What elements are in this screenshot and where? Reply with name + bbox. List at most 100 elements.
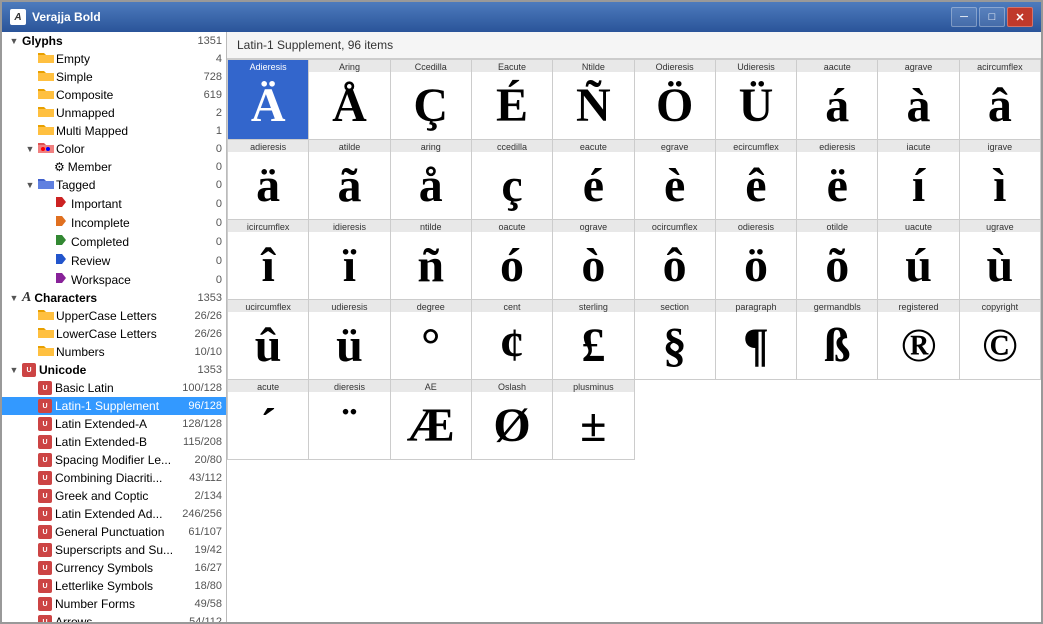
sidebar-count: 1353 — [194, 364, 222, 376]
sidebar-label: Letterlike Symbols — [55, 579, 190, 593]
glyph-cell[interactable]: dieresis ¨ — [309, 380, 390, 460]
expand-icon — [22, 578, 38, 594]
glyph-cell[interactable]: edieresis ë — [797, 140, 878, 220]
sidebar-item-latinextendedadd[interactable]: U Latin Extended Ad... 246/256 — [2, 505, 226, 523]
glyph-cell[interactable]: registered ® — [878, 300, 959, 380]
glyph-cell[interactable]: otilde õ — [797, 220, 878, 300]
glyph-char: ¢ — [498, 312, 526, 379]
folder-icon — [38, 87, 54, 103]
sidebar-item-completed[interactable]: Completed 0 — [2, 232, 226, 251]
glyph-cell[interactable]: Odieresis Ö — [635, 60, 716, 140]
glyph-cell[interactable]: sterling £ — [553, 300, 634, 380]
glyph-cell[interactable]: idieresis ï — [309, 220, 390, 300]
glyph-cell[interactable]: cent ¢ — [472, 300, 553, 380]
sidebar-item-member[interactable]: ⚙ Member 0 — [2, 158, 226, 176]
sidebar-count: 2 — [212, 107, 222, 119]
glyph-cell[interactable]: oacute ó — [472, 220, 553, 300]
glyph-cell[interactable]: uacute ú — [878, 220, 959, 300]
glyph-cell[interactable]: Eacute É — [472, 60, 553, 140]
glyph-cell[interactable]: plusminus ± — [553, 380, 634, 460]
sidebar-item-combiningdiacriti[interactable]: U Combining Diacriti... 43/112 — [2, 469, 226, 487]
glyph-cell[interactable]: Udieresis Ü — [716, 60, 797, 140]
glyph-cell[interactable]: acute ´ — [228, 380, 309, 460]
sidebar-item-latinextendedb[interactable]: U Latin Extended-B 115/208 — [2, 433, 226, 451]
maximize-button[interactable]: □ — [979, 7, 1005, 27]
glyph-cell[interactable]: egrave è — [635, 140, 716, 220]
glyph-name: otilde — [797, 220, 877, 232]
glyph-cell[interactable]: ugrave ù — [960, 220, 1041, 300]
sidebar-item-multimapped[interactable]: Multi Mapped 1 — [2, 122, 226, 140]
sidebar-item-basiclatin[interactable]: U Basic Latin 100/128 — [2, 379, 226, 397]
glyph-cell[interactable]: germandbls ß — [797, 300, 878, 380]
sidebar-item-greekcoptic[interactable]: U Greek and Coptic 2/134 — [2, 487, 226, 505]
glyph-cell[interactable]: Aring Å — [309, 60, 390, 140]
glyph-cell[interactable]: Ccedilla Ç — [391, 60, 472, 140]
sidebar-label: Completed — [71, 235, 212, 249]
expand-icon — [22, 308, 38, 324]
sidebar-item-glyphs[interactable]: ▼ Glyphs 1351 — [2, 32, 226, 50]
glyph-cell[interactable]: ecircumflex ê — [716, 140, 797, 220]
glyph-char: Ç — [411, 72, 450, 139]
sidebar-item-tagged[interactable]: ▼ Tagged 0 — [2, 176, 226, 194]
sidebar-item-composite[interactable]: Composite 619 — [2, 86, 226, 104]
sidebar-item-generalpunct[interactable]: U General Punctuation 61/107 — [2, 523, 226, 541]
sidebar-item-letterlikesymbols[interactable]: U Letterlike Symbols 18/80 — [2, 577, 226, 595]
glyph-cell[interactable]: ntilde ñ — [391, 220, 472, 300]
sidebar-item-empty[interactable]: Empty 4 — [2, 50, 226, 68]
glyph-cell[interactable]: igrave ì — [960, 140, 1041, 220]
glyph-cell[interactable]: aacute á — [797, 60, 878, 140]
glyph-cell[interactable]: ocircumflex ô — [635, 220, 716, 300]
sidebar-label: Latin Extended-A — [55, 417, 178, 431]
sidebar-item-spacingmodifier[interactable]: U Spacing Modifier Le... 20/80 — [2, 451, 226, 469]
sidebar-item-superscripts[interactable]: U Superscripts and Su... 19/42 — [2, 541, 226, 559]
glyph-cell[interactable]: AE Æ — [391, 380, 472, 460]
glyph-cell[interactable]: Oslash Ø — [472, 380, 553, 460]
minimize-button[interactable]: ─ — [951, 7, 977, 27]
glyph-cell[interactable]: agrave à — [878, 60, 959, 140]
sidebar-item-arrows[interactable]: U Arrows 54/112 — [2, 613, 226, 622]
glyph-cell[interactable]: degree ° — [391, 300, 472, 380]
sidebar-item-latinextendeda[interactable]: U Latin Extended-A 128/128 — [2, 415, 226, 433]
glyph-cell[interactable]: aring å — [391, 140, 472, 220]
glyph-char: î — [259, 232, 276, 299]
glyph-cell[interactable]: ccedilla ç — [472, 140, 553, 220]
glyph-cell[interactable]: udieresis ü — [309, 300, 390, 380]
glyph-char: ° — [419, 312, 442, 379]
sidebar-item-numberforms[interactable]: U Number Forms 49/58 — [2, 595, 226, 613]
glyph-cell[interactable]: ograve ò — [553, 220, 634, 300]
glyph-cell[interactable]: Ntilde Ñ — [553, 60, 634, 140]
glyph-cell[interactable]: section § — [635, 300, 716, 380]
sidebar-item-numbers[interactable]: Numbers 10/10 — [2, 343, 226, 361]
sidebar-item-unicode[interactable]: ▼ U Unicode 1353 — [2, 361, 226, 379]
sidebar-item-currencysymbols[interactable]: U Currency Symbols 16/27 — [2, 559, 226, 577]
sidebar-item-important[interactable]: Important 0 — [2, 194, 226, 213]
sidebar-item-unmapped[interactable]: Unmapped 2 — [2, 104, 226, 122]
glyph-cell[interactable]: ucircumflex û — [228, 300, 309, 380]
glyph-cell[interactable]: Adieresis Ä — [228, 60, 309, 140]
glyph-cell[interactable]: paragraph ¶ — [716, 300, 797, 380]
sidebar-item-characters[interactable]: ▼ A Characters 1353 — [2, 289, 226, 307]
sidebar-item-uppercase[interactable]: UpperCase Letters 26/26 — [2, 307, 226, 325]
glyph-cell[interactable]: iacute í — [878, 140, 959, 220]
sidebar-item-incomplete[interactable]: Incomplete 0 — [2, 213, 226, 232]
sidebar-item-lowercase[interactable]: LowerCase Letters 26/26 — [2, 325, 226, 343]
expand-icon — [22, 69, 38, 85]
glyph-cell[interactable]: odieresis ö — [716, 220, 797, 300]
sidebar-label: Review — [71, 254, 212, 268]
sidebar-count: 619 — [200, 89, 222, 101]
sidebar-item-simple[interactable]: Simple 728 — [2, 68, 226, 86]
glyph-char: í — [910, 152, 927, 219]
glyph-cell[interactable]: copyright © — [960, 300, 1041, 380]
sidebar-item-color[interactable]: ▼ Color 0 — [2, 140, 226, 158]
sidebar-item-review[interactable]: Review 0 — [2, 251, 226, 270]
glyph-cell[interactable]: eacute é — [553, 140, 634, 220]
glyph-cell[interactable]: icircumflex î — [228, 220, 309, 300]
glyph-cell[interactable]: atilde ã — [309, 140, 390, 220]
glyph-grid-container[interactable]: Adieresis Ä Aring Å Ccedilla Ç Eacute É … — [227, 59, 1041, 622]
glyph-cell[interactable]: acircumflex â — [960, 60, 1041, 140]
close-button[interactable]: ✕ — [1007, 7, 1033, 27]
sidebar-item-workspace[interactable]: Workspace 0 — [2, 270, 226, 289]
expand-icon — [22, 123, 38, 139]
glyph-cell[interactable]: adieresis ä — [228, 140, 309, 220]
sidebar-item-latin1supplement[interactable]: U Latin-1 Supplement 96/128 — [2, 397, 226, 415]
